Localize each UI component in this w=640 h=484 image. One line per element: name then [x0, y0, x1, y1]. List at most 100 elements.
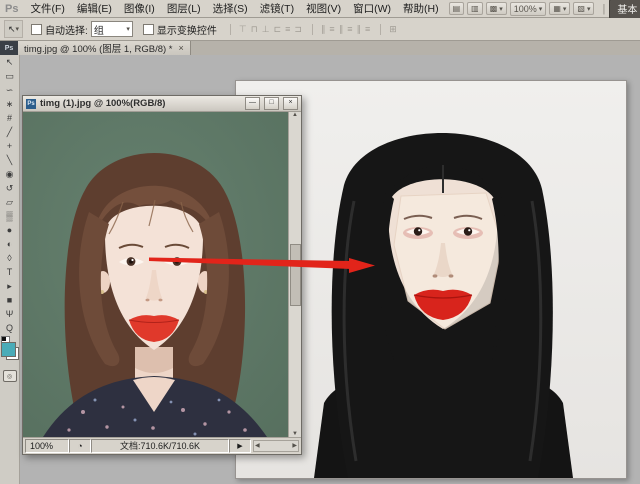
- file-icon: Ps: [0, 41, 18, 55]
- tool-button[interactable]: ●: [1, 223, 19, 237]
- tool-button[interactable]: ↺: [1, 181, 19, 195]
- workspace-area: | 基本: [594, 0, 640, 19]
- floating-window-titlebar[interactable]: Ps timg (1).jpg @ 100%(RGB/8) — □ ×: [23, 96, 301, 112]
- distribute-icon[interactable]: ∥: [356, 24, 361, 35]
- scrollbar-thumb[interactable]: [289, 244, 301, 306]
- application-bar: ▤ ▥ ▩ ▾ 100% ▾ ▦ ▾ ▧ ▾: [448, 1, 595, 16]
- zoom-level-dropdown[interactable]: 100% ▾: [509, 1, 547, 16]
- align-icon[interactable]: ⊥: [262, 24, 270, 35]
- tool-button[interactable]: #: [1, 111, 19, 125]
- distribute-icon[interactable]: ∥: [321, 24, 326, 35]
- floating-window-canvas[interactable]: ▲ ▼: [23, 112, 301, 437]
- quick-mask-icon[interactable]: ◎: [2, 370, 17, 382]
- tool-button[interactable]: ∽: [1, 83, 19, 97]
- scroll-up-icon[interactable]: ▲: [292, 112, 298, 118]
- document-tab-label: timg.jpg @ 100% (图层 1, RGB/8) *: [24, 44, 173, 55]
- screen-mode-icon[interactable]: ▦ ▾: [549, 2, 571, 15]
- vertical-scrollbar[interactable]: ▲ ▼: [288, 112, 301, 437]
- menu-item[interactable]: 视图(V): [300, 1, 347, 16]
- arrange-documents-icon[interactable]: ▩ ▾: [485, 2, 507, 15]
- photoshop-window: Ps 文件(F) 编辑(E) 图像(I) 图层(L) 选择(S) 滤镜(T) 视图(V) 窗口…: [0, 0, 640, 484]
- move-tool-preset[interactable]: ↖ ▾: [4, 20, 24, 38]
- tool-button[interactable]: ■: [1, 293, 19, 307]
- tool-button[interactable]: Q: [1, 321, 19, 335]
- floating-document-window[interactable]: Ps timg (1).jpg @ 100%(RGB/8) — □ × ▲ ▼ …: [22, 95, 302, 455]
- floating-window-title: timg (1).jpg @ 100%(RGB/8): [40, 98, 166, 109]
- view-extras-icon[interactable]: ▥: [467, 2, 483, 15]
- close-button[interactable]: ×: [283, 97, 298, 110]
- launch-bridge-icon[interactable]: ▤: [448, 2, 465, 15]
- chevron-down-icon: ▾: [15, 26, 20, 33]
- tool-button[interactable]: ∗: [1, 97, 19, 111]
- scroll-right-icon[interactable]: ▶: [292, 442, 297, 449]
- ps-file-icon: Ps: [26, 98, 36, 109]
- tool-button[interactable]: ▱: [1, 195, 19, 209]
- menu-item[interactable]: 编辑(E): [71, 1, 118, 16]
- menu-bar: Ps 文件(F) 编辑(E) 图像(I) 图层(L) 选择(S) 滤镜(T) 视图(V) 窗口…: [0, 0, 640, 19]
- align-buttons: ⊤ ⊓ ⊥ ⊏ ≡ ⊐: [229, 23, 302, 35]
- scroll-left-icon[interactable]: ◀: [255, 442, 260, 449]
- auto-align-button[interactable]: ⊞: [380, 23, 397, 35]
- show-transform-label: 显示变换控件: [156, 25, 217, 37]
- chevron-down-icon: ▾: [126, 26, 130, 33]
- tool-button[interactable]: ◊: [1, 251, 19, 265]
- menu-item[interactable]: 窗口(W): [347, 1, 397, 16]
- tool-button[interactable]: ▒: [1, 209, 19, 223]
- document-tab-bar: Ps timg.jpg @ 100% (图层 1, RGB/8) * ×: [0, 41, 640, 55]
- menu-item[interactable]: 帮助(H): [397, 1, 445, 16]
- auto-align-icon: ⊞: [389, 23, 397, 34]
- move-tool-icon: ↖: [8, 23, 16, 34]
- tool-button[interactable]: T: [1, 265, 19, 279]
- options-bar: ↖ ▾ 自动选择: 组 ▾ 显示变换控件 ⊤ ⊓ ⊥ ⊏ ≡ ⊐ ∥ ≡ ∥ ≡ ∥ ≡ ⊞: [0, 18, 640, 41]
- close-icon[interactable]: ×: [179, 43, 184, 53]
- document-size-info: 文档:710.6K/710.6K: [91, 438, 229, 453]
- tool-button[interactable]: ◉: [1, 167, 19, 181]
- distribute-icon[interactable]: ≡: [365, 24, 370, 34]
- photoshop-logo: Ps: [5, 2, 19, 15]
- zoom-percent-field[interactable]: 100%: [25, 438, 69, 453]
- menu-item[interactable]: 文件(F): [24, 1, 70, 16]
- tool-button[interactable]: ╱: [1, 125, 19, 139]
- menu-items: 文件(F) 编辑(E) 图像(I) 图层(L) 选择(S) 滤镜(T) 视图(V) 窗口(W)…: [24, 1, 444, 16]
- auto-select-label: 自动选择:: [45, 25, 88, 37]
- tool-button[interactable]: ◐: [1, 237, 19, 251]
- distribute-icon[interactable]: ≡: [329, 24, 334, 34]
- foreground-color-swatch[interactable]: [0, 342, 16, 357]
- scroll-down-icon[interactable]: ▼: [292, 431, 298, 437]
- tool-button[interactable]: ╲: [1, 153, 19, 167]
- document-tab[interactable]: timg.jpg @ 100% (图层 1, RGB/8) * ×: [18, 41, 191, 55]
- align-icon[interactable]: ⊤: [239, 24, 247, 35]
- menu-item[interactable]: 选择(S): [207, 1, 254, 16]
- auto-select-checkbox[interactable]: [31, 23, 43, 35]
- tools-panel: ↖ ▭ ∽ ∗ # ╱ + ╲ ◉ ↺ ▱ ▒ ● ◐ ◊ T ▸ ■ Ψ Q ◎: [0, 55, 20, 484]
- status-flyout-icon[interactable]: ▶: [229, 438, 251, 453]
- hand-rotate-icon[interactable]: ▧ ▾: [573, 2, 595, 15]
- maximize-button[interactable]: □: [264, 97, 279, 110]
- align-icon[interactable]: ≡: [285, 24, 290, 34]
- auto-select-dropdown[interactable]: 组 ▾: [90, 21, 133, 37]
- tool-button[interactable]: ↖: [1, 55, 19, 69]
- show-transform-checkbox[interactable]: [142, 23, 154, 35]
- floating-window-statusbar: 100% ◔ 文档:710.6K/710.6K ▶ ◀ ▶: [23, 437, 301, 453]
- menu-item[interactable]: 滤镜(T): [254, 1, 300, 16]
- workspace-basic-button[interactable]: 基本: [609, 0, 640, 19]
- menu-item[interactable]: 图层(L): [161, 1, 207, 16]
- horizontal-scrollbar[interactable]: ◀ ▶: [253, 439, 299, 452]
- align-icon[interactable]: ⊏: [274, 24, 282, 35]
- distribute-icon[interactable]: ∥: [339, 24, 344, 35]
- color-wells: [0, 336, 19, 364]
- tool-button[interactable]: +: [1, 139, 19, 153]
- minimize-button[interactable]: —: [245, 97, 260, 110]
- align-icon[interactable]: ⊐: [294, 24, 302, 35]
- status-icon: ◔: [69, 438, 91, 453]
- distribute-buttons: ∥ ≡ ∥ ≡ ∥ ≡: [311, 23, 370, 35]
- tool-button[interactable]: ▭: [1, 69, 19, 83]
- distribute-icon[interactable]: ≡: [347, 24, 352, 34]
- menu-item[interactable]: 图像(I): [118, 1, 161, 16]
- portrait-short-hair: [23, 112, 288, 437]
- separator: |: [602, 2, 606, 15]
- align-icon[interactable]: ⊓: [251, 24, 258, 35]
- tool-button[interactable]: ▸: [1, 279, 19, 293]
- tool-button[interactable]: Ψ: [1, 307, 19, 321]
- tool-list: ↖ ▭ ∽ ∗ # ╱ + ╲ ◉ ↺ ▱ ▒ ● ◐ ◊ T ▸ ■ Ψ Q: [1, 55, 19, 335]
